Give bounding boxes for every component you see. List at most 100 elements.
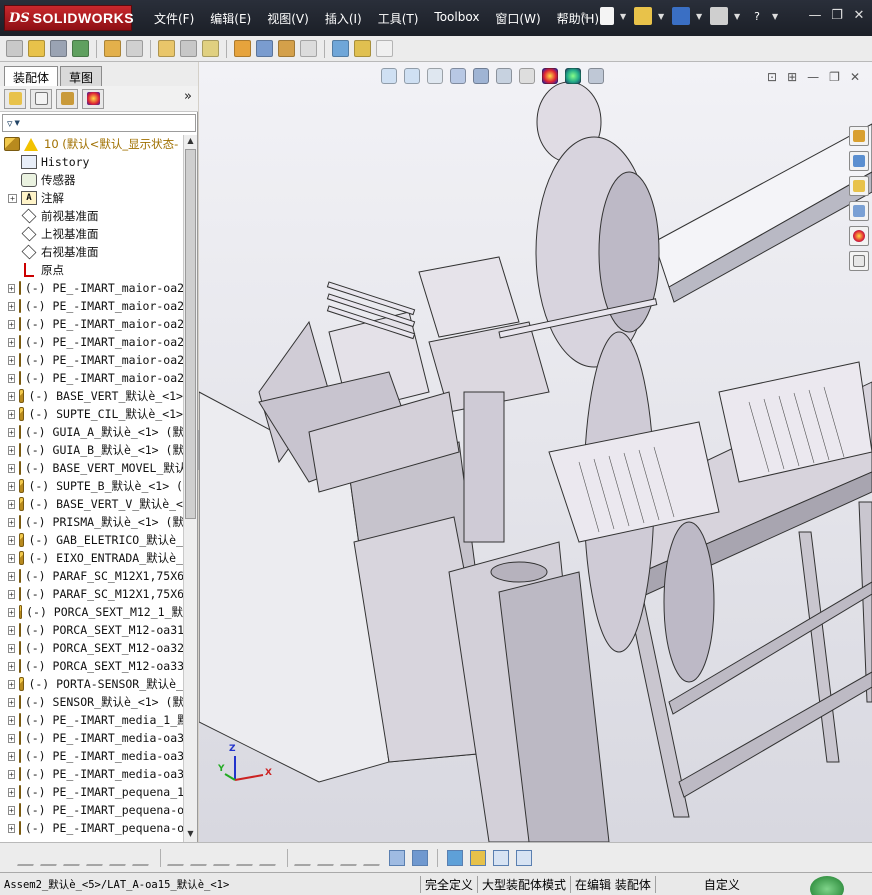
- assembly-model-render[interactable]: [199, 62, 872, 842]
- tree-item[interactable]: + (-) PE_-IMART_maior-oa2: [0, 279, 183, 297]
- single-view-icon[interactable]: [493, 849, 509, 866]
- menu-file[interactable]: 文件(F): [146, 8, 202, 29]
- solidworks-resources-tab[interactable]: [849, 126, 869, 146]
- print-icon[interactable]: [710, 7, 728, 25]
- smart-fasteners-icon[interactable]: [104, 40, 121, 57]
- circle-icon[interactable]: [40, 849, 62, 866]
- tree-item[interactable]: 原点: [0, 261, 183, 279]
- pin-icon[interactable]: ✎: [576, 7, 594, 25]
- expand-icon[interactable]: +: [8, 661, 15, 671]
- expand-icon[interactable]: +: [8, 589, 15, 599]
- explode-line-icon[interactable]: [278, 40, 295, 57]
- tree-item[interactable]: History: [0, 153, 183, 171]
- hole-alignment-icon[interactable]: [354, 40, 371, 57]
- tree-item[interactable]: 右视基准面: [0, 243, 183, 261]
- expand-icon[interactable]: +: [8, 769, 15, 779]
- new-document-icon[interactable]: [600, 7, 614, 25]
- expand-icon[interactable]: +: [8, 625, 15, 635]
- section-view-icon[interactable]: [450, 68, 466, 84]
- file-explorer-tab[interactable]: [849, 176, 869, 196]
- tree-item[interactable]: + (-) PRISMA_默认è_<1> (默: [0, 513, 183, 531]
- expand-icon[interactable]: +: [8, 535, 15, 545]
- reference-geometry-icon[interactable]: [202, 40, 219, 57]
- menu-insert[interactable]: 插入(I): [317, 8, 370, 29]
- tile-vertical-icon[interactable]: ⊞: [787, 70, 797, 84]
- tree-filter[interactable]: ▿ ▼: [2, 114, 196, 132]
- print-dropdown-icon[interactable]: ▼: [734, 12, 742, 21]
- tile-horizontal-icon[interactable]: ⊡: [767, 70, 777, 84]
- corner-icon[interactable]: [236, 849, 258, 866]
- expand-icon[interactable]: +: [8, 337, 15, 347]
- tab-assembly[interactable]: 装配体: [4, 66, 59, 86]
- expand-icon[interactable]: +: [8, 823, 15, 833]
- expand-icon[interactable]: +: [8, 283, 15, 293]
- graphics-area[interactable]: ⊡ ⊞ — ❐ ✕ Z X Y: [199, 62, 872, 842]
- tree-item[interactable]: + (-) PE_-IMART_maior-oa2: [0, 333, 183, 351]
- tree-item[interactable]: + (-) PARAF_SC_M12X1,75X6: [0, 567, 183, 585]
- tree-item[interactable]: + (-) SUPTE_B_默认è_<1> (: [0, 477, 183, 495]
- expand-icon[interactable]: +: [8, 499, 15, 509]
- tree-item[interactable]: + (-) PE_-IMART_pequena-o: [0, 819, 183, 837]
- minimize-icon[interactable]: —: [808, 8, 822, 23]
- save-dropdown-icon[interactable]: ▼: [696, 12, 704, 21]
- tab-sketch[interactable]: 草图: [60, 66, 103, 86]
- filter-icon[interactable]: ▿: [7, 117, 13, 130]
- polygon-icon[interactable]: [86, 849, 108, 866]
- tree-item[interactable]: + (-) SUPTE_CIL_默认è_<1>: [0, 405, 183, 423]
- open-dropdown-icon[interactable]: ▼: [658, 12, 666, 21]
- expand-icon[interactable]: +: [8, 445, 15, 455]
- tree-item[interactable]: + (-) PORCA_SEXT_M12-oa31: [0, 621, 183, 639]
- expand-icon[interactable]: +: [8, 319, 15, 329]
- menu-view[interactable]: 视图(V): [259, 8, 317, 29]
- edit-appearance-icon[interactable]: [542, 68, 558, 84]
- expand-icon[interactable]: +: [8, 391, 15, 401]
- tree-item[interactable]: + (-) SENSOR_默认è_<1> (默: [0, 693, 183, 711]
- expand-icon[interactable]: +: [8, 409, 15, 419]
- zoom-to-fit-icon[interactable]: [381, 68, 397, 84]
- expand-icon[interactable]: +: [8, 571, 15, 581]
- display-dropdown-icon[interactable]: [412, 849, 428, 866]
- tree-item[interactable]: + (-) PE_-IMART_pequena-o: [0, 801, 183, 819]
- open-folder-icon[interactable]: [634, 7, 652, 25]
- tree-item[interactable]: + (-) PE_-IMART_media-oa3: [0, 729, 183, 747]
- tree-item[interactable]: + (-) PE_-IMART_maior-oa2: [0, 315, 183, 333]
- tree-item[interactable]: + (-) PE_-IMART_media-oa3: [0, 765, 183, 783]
- render-icon[interactable]: [447, 849, 463, 866]
- expand-icon[interactable]: +: [8, 553, 15, 563]
- expand-icon[interactable]: +: [8, 517, 15, 527]
- scroll-thumb[interactable]: [185, 149, 196, 519]
- tree-item[interactable]: + (-) PORCA_SEXT_M12_1_默: [0, 603, 183, 621]
- tree-item[interactable]: + (-) PE_-IMART_pequena_1: [0, 783, 183, 801]
- tree-item[interactable]: + (-) GUIA_B_默认è_<1> (默: [0, 441, 183, 459]
- expand-icon[interactable]: +: [8, 373, 15, 383]
- expand-icon[interactable]: +: [8, 697, 15, 707]
- save-icon[interactable]: [672, 7, 690, 25]
- scroll-down-icon[interactable]: ▼: [185, 829, 196, 841]
- exploded-view-icon[interactable]: [256, 40, 273, 57]
- tree-item[interactable]: + (-) EIXO_ENTRADA_默认è_: [0, 549, 183, 567]
- tree-root[interactable]: 10 (默认<默认_显示状态-: [0, 135, 183, 153]
- menu-window[interactable]: 窗口(W): [487, 8, 548, 29]
- expand-icon[interactable]: +: [8, 787, 15, 797]
- expand-icon[interactable]: +: [8, 193, 17, 203]
- expand-icon[interactable]: +: [8, 427, 15, 437]
- bill-of-materials-icon[interactable]: [234, 40, 251, 57]
- menu-tools[interactable]: 工具(T): [370, 8, 427, 29]
- menu-toolbox[interactable]: Toolbox: [426, 8, 487, 29]
- expand-icon[interactable]: +: [8, 805, 15, 815]
- assembly-features-icon[interactable]: [180, 40, 197, 57]
- clearance-icon[interactable]: [332, 40, 349, 57]
- mirror-icon[interactable]: [167, 849, 189, 866]
- dashed-corner-icon[interactable]: [259, 849, 281, 866]
- tree-item[interactable]: + (-) BASE_VERT_MOVEL_默认: [0, 459, 183, 477]
- tree-item[interactable]: + (-) PORTA-SENSOR_默认è_: [0, 675, 183, 693]
- expand-icon[interactable]: +: [8, 679, 15, 689]
- tree-item[interactable]: + (-) PE_-IMART_media_1_默: [0, 711, 183, 729]
- point-icon[interactable]: [17, 849, 39, 866]
- help-dropdown-icon[interactable]: ▼: [772, 12, 780, 21]
- linear-pattern-icon[interactable]: [72, 40, 89, 57]
- view-settings-icon[interactable]: [588, 68, 604, 84]
- four-view-icon[interactable]: [516, 849, 532, 866]
- tree-item[interactable]: 前视基准面: [0, 207, 183, 225]
- tree-item[interactable]: 传感器: [0, 171, 183, 189]
